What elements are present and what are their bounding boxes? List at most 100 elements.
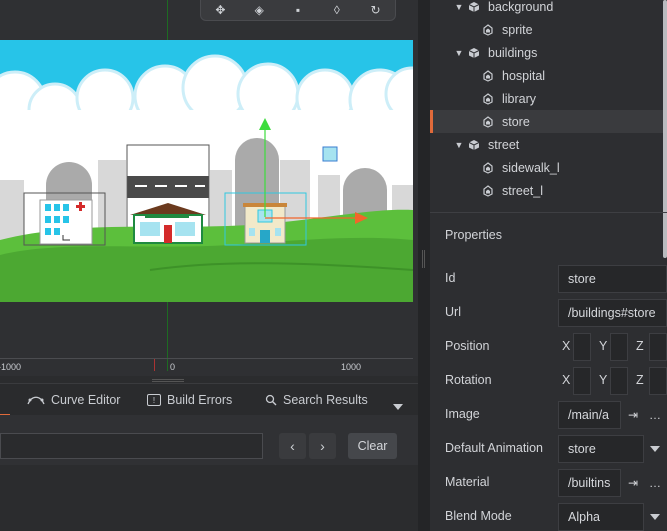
rotation-z-input[interactable] [649, 367, 667, 395]
tab-label: Search Results [283, 393, 368, 407]
blend-mode-select[interactable]: Alpha [558, 503, 644, 531]
image-browse-button[interactable]: … [644, 401, 666, 429]
outline-item-library[interactable]: library [430, 87, 667, 110]
url-label: Url [445, 305, 461, 319]
console-search-input[interactable] [0, 433, 263, 459]
rotation-z-label: Z [636, 373, 644, 387]
component-icon [482, 184, 494, 197]
outline-item-label: background [488, 0, 554, 14]
default-animation-select[interactable]: store [558, 435, 644, 463]
position-y-input[interactable] [610, 333, 628, 361]
rotation-label: Rotation [445, 373, 492, 387]
position-label: Position [445, 339, 490, 353]
outline-item-label: street [488, 137, 520, 152]
material-open-resource-icon[interactable]: ⇥ [622, 469, 644, 497]
scene-artwork [0, 40, 413, 302]
rotation-x-label: X [562, 373, 571, 387]
outline-item-buildings[interactable]: ▼ buildings [430, 41, 667, 64]
outline-item-street-l[interactable]: street_l [430, 179, 667, 202]
horizontal-ruler: -1000 0 1000 [0, 358, 413, 376]
expand-caret-icon[interactable]: ▼ [454, 48, 464, 58]
outline-item-background[interactable]: ▼ background [430, 0, 667, 18]
collection-icon [468, 47, 480, 59]
outline-item-label: sprite [502, 22, 533, 37]
rotation-x-input[interactable] [573, 367, 591, 395]
component-icon [482, 23, 494, 36]
outline-item-label: store [502, 114, 530, 129]
build-errors-icon: ! [147, 394, 161, 406]
console-panel: ‹ › Clear [0, 415, 418, 531]
collection-icon [468, 1, 480, 13]
bottom-tabs-bar: Curve Editor ! Build Errors Search Resul… [0, 383, 418, 416]
properties-divider [430, 212, 667, 213]
component-icon [482, 92, 494, 105]
tabs-overflow-chevron-icon[interactable] [393, 404, 403, 410]
console-toolbar: ‹ › Clear [0, 415, 418, 465]
id-field[interactable]: store [558, 265, 667, 293]
position-y-label: Y [599, 339, 608, 353]
outline-item-label: library [502, 91, 537, 106]
position-x-label: X [562, 339, 571, 353]
url-field[interactable]: /buildings#store [558, 299, 667, 327]
component-icon [482, 161, 494, 174]
rotate-tool-icon[interactable]: ◈ [248, 1, 270, 19]
panel-splitter-handle[interactable] [152, 379, 184, 382]
scene-viewport[interactable]: ✥ ◈ ▪ ◊ ↻ -1000 0 1000 [0, 0, 418, 376]
search-icon [265, 394, 277, 406]
material-field[interactable]: /builtins [558, 469, 621, 497]
id-label: Id [445, 271, 456, 285]
position-z-label: Z [636, 339, 644, 353]
blend-mode-chevron-down-icon[interactable] [650, 514, 660, 520]
tab-label: Curve Editor [51, 393, 121, 407]
outline-item-label: street_l [502, 183, 543, 198]
material-label: Material [445, 475, 490, 489]
blend-mode-label: Blend Mode [445, 509, 512, 523]
outline-item-label: buildings [488, 45, 538, 60]
y-axis-line [167, 0, 168, 40]
outline-item-street[interactable]: ▼ street [430, 133, 667, 156]
rotation-y-input[interactable] [610, 367, 628, 395]
expand-caret-icon[interactable]: ▼ [454, 140, 464, 150]
ruler-label-pos: 1000 [341, 362, 362, 372]
ruler-label-zero: 0 [170, 362, 176, 372]
component-icon [482, 69, 494, 82]
outline-item-hospital[interactable]: hospital [430, 64, 667, 87]
move-tool-icon[interactable]: ✥ [209, 1, 231, 19]
outline-tree: ▼ background sprite ▼ buildings hospital libra… [430, 0, 667, 206]
perspective-tool-icon[interactable]: ◊ [326, 1, 348, 19]
image-label: Image [445, 407, 480, 421]
clear-button[interactable]: Clear [348, 433, 397, 459]
curve-icon [27, 396, 45, 405]
outline-scrollbar[interactable] [663, 0, 667, 258]
camera-tool-icon[interactable]: ↻ [365, 1, 387, 19]
prev-result-button[interactable]: ‹ [279, 433, 306, 459]
default-animation-label: Default Animation [445, 441, 543, 455]
collection-icon [468, 139, 480, 151]
outline-item-label: hospital [502, 68, 546, 83]
outline-item-label: sidewalk_l [502, 160, 560, 175]
right-panel: ▼ background sprite ▼ buildings hospital libra… [430, 0, 667, 531]
scale-tool-icon[interactable]: ▪ [287, 1, 309, 19]
scene-toolbar: ✥ ◈ ▪ ◊ ↻ [200, 0, 396, 21]
open-resource-icon[interactable]: ⇥ [622, 401, 644, 429]
outline-item-sidewalk-l[interactable]: sidewalk_l [430, 156, 667, 179]
position-z-input[interactable] [649, 333, 667, 361]
default-animation-chevron-down-icon[interactable] [650, 446, 660, 452]
y-axis-line-lower [167, 302, 168, 358]
vertical-splitter[interactable] [418, 0, 430, 531]
selection-marker [430, 110, 433, 133]
scene-canvas[interactable] [0, 40, 413, 302]
tab-build-errors[interactable]: ! Build Errors [147, 391, 232, 409]
tab-curve-editor[interactable]: Curve Editor [27, 391, 120, 409]
expand-caret-icon[interactable]: ▼ [454, 2, 464, 12]
properties-title: Properties [445, 228, 502, 242]
tab-search-results[interactable]: Search Results [265, 391, 368, 409]
material-browse-button[interactable]: … [644, 469, 666, 497]
tab-label: Build Errors [167, 393, 233, 407]
outline-item-sprite[interactable]: sprite [430, 18, 667, 41]
image-field[interactable]: /main/a [558, 401, 621, 429]
next-result-button[interactable]: › [309, 433, 336, 459]
rotation-y-label: Y [599, 373, 608, 387]
outline-item-store[interactable]: store [430, 110, 667, 133]
position-x-input[interactable] [573, 333, 591, 361]
